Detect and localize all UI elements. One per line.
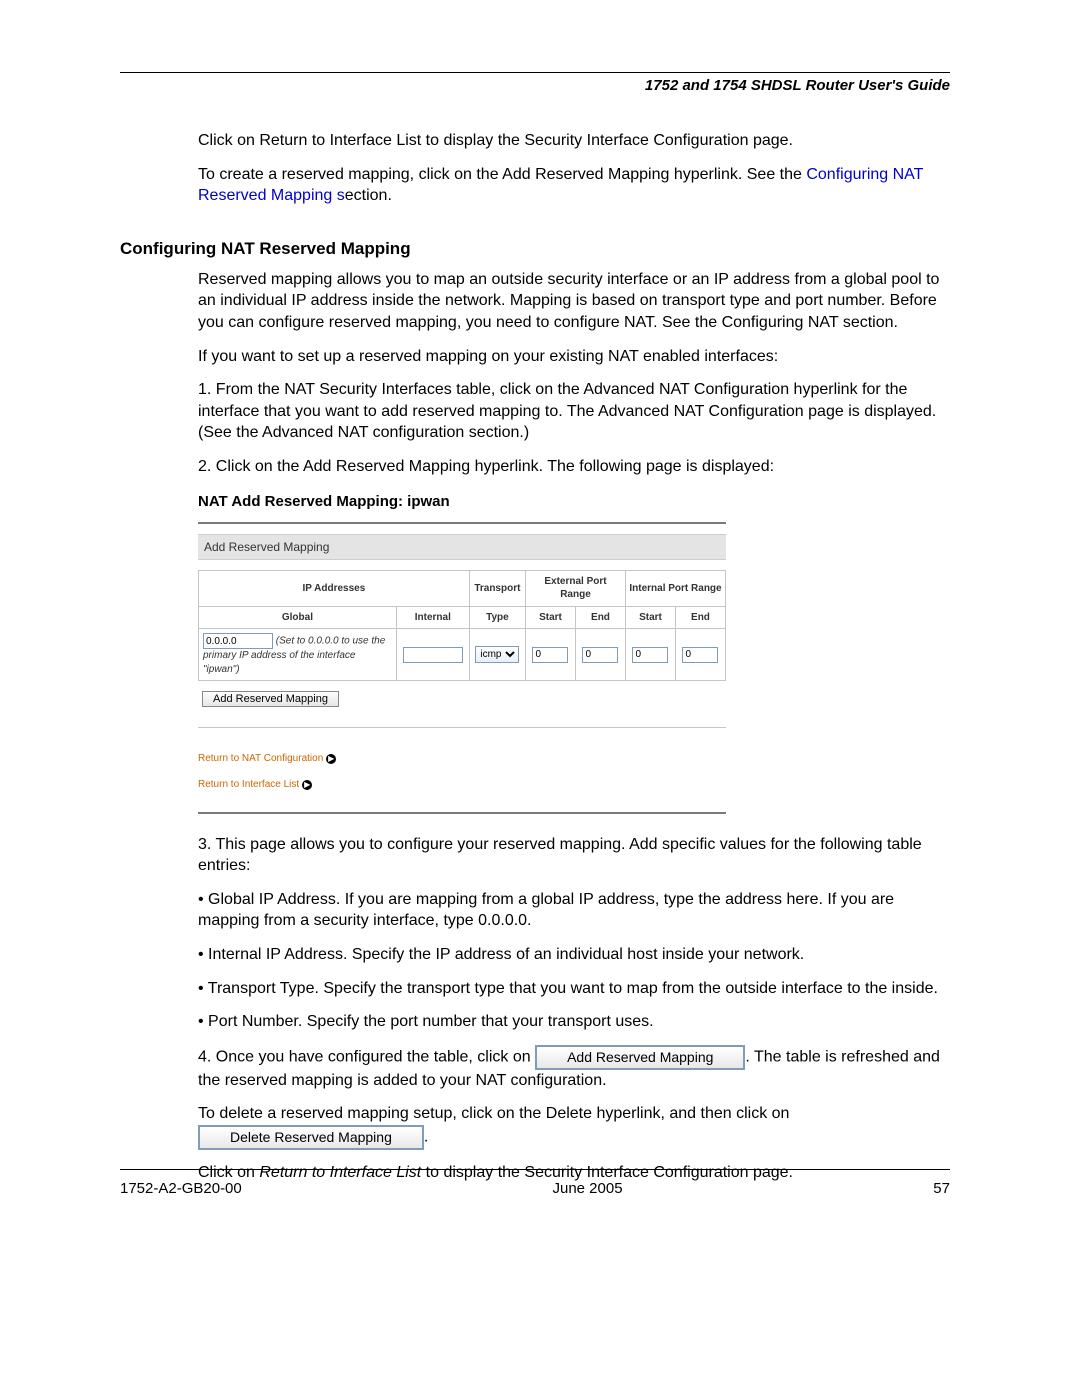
document-page: 1752 and 1754 SHDSL Router User's Guide … xyxy=(0,0,1080,1397)
step-3: 3. This page allows you to configure you… xyxy=(198,834,950,877)
bullet-global-ip: • Global IP Address. If you are mapping … xyxy=(198,889,950,932)
bullet-internal-ip: • Internal IP Address. Specify the IP ad… xyxy=(198,944,950,966)
th-transport: Transport xyxy=(469,570,525,606)
bullet-port: • Port Number. Specify the port number t… xyxy=(198,1011,950,1033)
th-internal-range: Internal Port Range xyxy=(625,570,725,606)
return-iface-label: Return to Interface List xyxy=(198,778,299,792)
bullet-transport: • Transport Type. Specify the transport … xyxy=(198,978,950,1000)
footer-docnum: 1752-A2-GB20-00 xyxy=(120,1180,242,1197)
screenshot-rule-top xyxy=(198,522,726,524)
step-2: 2. Click on the Add Reserved Mapping hyp… xyxy=(198,456,950,478)
cell-ext-start xyxy=(526,629,576,681)
footer-pagenum: 57 xyxy=(933,1180,950,1197)
guide-title: 1752 and 1754 SHDSL Router User's Guide xyxy=(120,77,950,94)
th-internal: Internal xyxy=(396,606,469,629)
arrow-icon: ▶ xyxy=(326,754,336,764)
internal-ip-input[interactable] xyxy=(403,647,463,663)
int-start-input[interactable] xyxy=(632,647,668,663)
section-body: Reserved mapping allows you to map an ou… xyxy=(198,269,950,1184)
intro-p2-tail: ection. xyxy=(345,187,392,204)
add-reserved-mapping-inline-button[interactable]: Add Reserved Mapping xyxy=(535,1045,745,1070)
page-footer: 1752-A2-GB20-00 June 2005 57 xyxy=(120,1169,950,1197)
th-int-start: Start xyxy=(625,606,675,629)
transport-select[interactable]: icmp xyxy=(475,646,519,663)
th-type: Type xyxy=(469,606,525,629)
cell-type: icmp xyxy=(469,629,525,681)
screenshot-rule-bottom xyxy=(198,812,726,814)
table-header-row-1: IP Addresses Transport External Port Ran… xyxy=(199,570,726,606)
th-int-end: End xyxy=(675,606,725,629)
delete-para: To delete a reserved mapping setup, clic… xyxy=(198,1103,950,1149)
header-rule xyxy=(120,72,950,73)
return-nat-label: Return to NAT Configuration xyxy=(198,752,323,766)
ext-end-input[interactable] xyxy=(582,647,618,663)
delete-b: . xyxy=(424,1129,428,1146)
delete-a: To delete a reserved mapping setup, clic… xyxy=(198,1105,789,1122)
cell-int-end xyxy=(675,629,725,681)
cell-ext-end xyxy=(575,629,625,681)
screenshot-rule-mid xyxy=(198,727,726,728)
screenshot-title: NAT Add Reserved Mapping: ipwan xyxy=(198,492,950,512)
footer-date: June 2005 xyxy=(552,1180,622,1197)
th-external-range: External Port Range xyxy=(526,570,626,606)
step-4: 4. Once you have configured the table, c… xyxy=(198,1045,950,1091)
cell-int-start xyxy=(625,629,675,681)
table-header-row-2: Global Internal Type Start End Start End xyxy=(199,606,726,629)
screenshot-panel: Add Reserved Mapping IP Addresses Transp… xyxy=(198,522,726,814)
th-ext-end: End xyxy=(575,606,625,629)
table-data-row: (Set to 0.0.0.0 to use the primary IP ad… xyxy=(199,629,726,681)
body-content: Click on Return to Interface List to dis… xyxy=(198,130,950,207)
th-global: Global xyxy=(199,606,397,629)
th-ext-start: Start xyxy=(526,606,576,629)
step4-a: 4. Once you have configured the table, c… xyxy=(198,1049,535,1066)
step-1: 1. From the NAT Security Interfaces tabl… xyxy=(198,379,950,444)
int-end-input[interactable] xyxy=(682,647,718,663)
cell-global: (Set to 0.0.0.0 to use the primary IP ad… xyxy=(199,629,397,681)
global-ip-input[interactable] xyxy=(203,633,273,649)
intro-p1: Click on Return to Interface List to dis… xyxy=(198,130,950,152)
cell-internal xyxy=(396,629,469,681)
ext-start-input[interactable] xyxy=(532,647,568,663)
section-p2: If you want to set up a reserved mapping… xyxy=(198,346,950,368)
intro-p2: To create a reserved mapping, click on t… xyxy=(198,164,950,207)
return-nat-link[interactable]: Return to NAT Configuration ▶ xyxy=(198,752,336,766)
intro-p2-text: To create a reserved mapping, click on t… xyxy=(198,166,806,183)
return-interface-link[interactable]: Return to Interface List ▶ xyxy=(198,778,312,792)
section-p1: Reserved mapping allows you to map an ou… xyxy=(198,269,950,334)
delete-reserved-mapping-inline-button[interactable]: Delete Reserved Mapping xyxy=(198,1125,424,1150)
panel-header: Add Reserved Mapping xyxy=(198,534,726,560)
reserved-mapping-table: IP Addresses Transport External Port Ran… xyxy=(198,570,726,682)
th-ip-addresses: IP Addresses xyxy=(199,570,470,606)
add-reserved-mapping-button[interactable]: Add Reserved Mapping xyxy=(202,691,339,707)
arrow-icon: ▶ xyxy=(302,780,312,790)
section-heading: Configuring NAT Reserved Mapping xyxy=(120,239,950,259)
